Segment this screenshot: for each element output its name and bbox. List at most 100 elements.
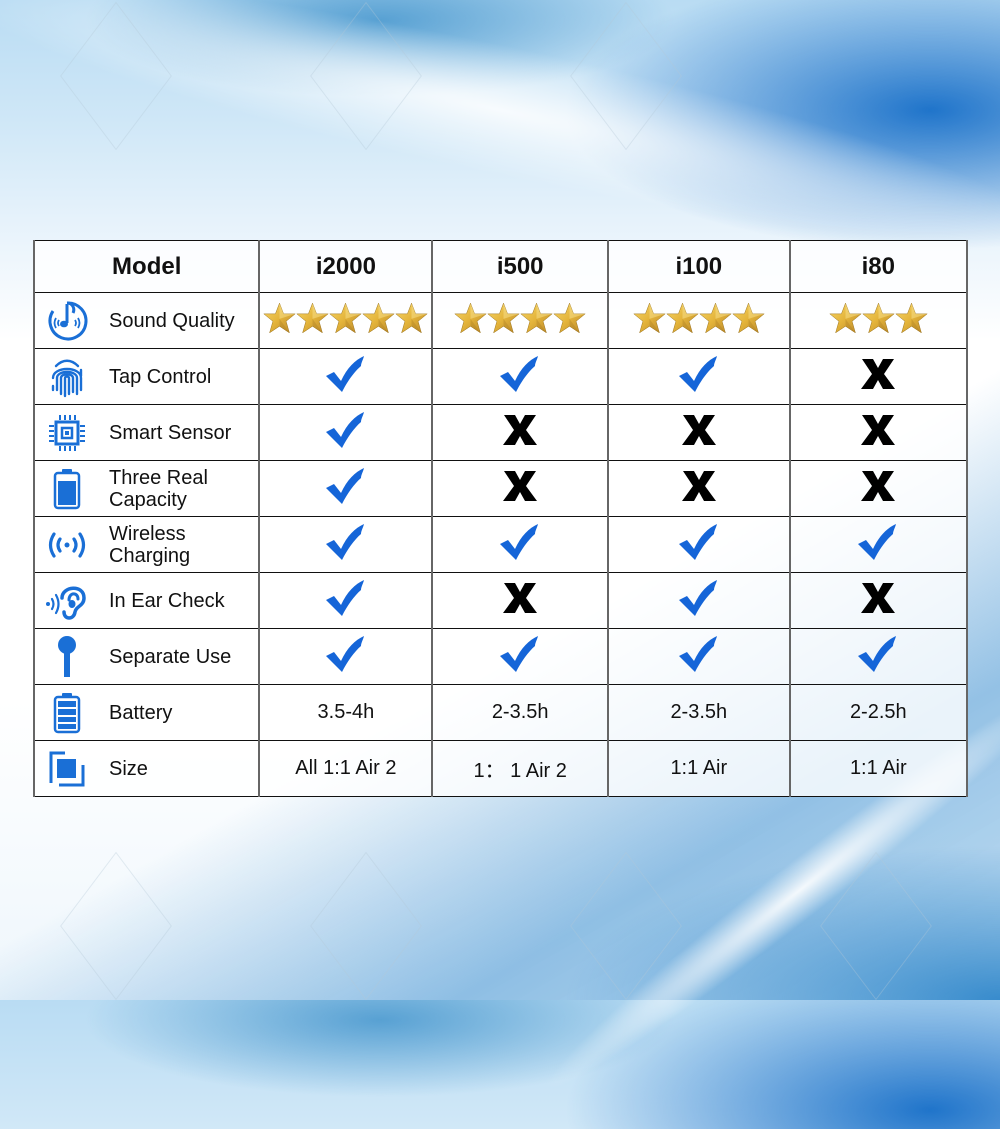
cross-icon (501, 583, 539, 619)
star-icon (395, 302, 429, 339)
star-rating (632, 302, 765, 339)
checkmark-icon (856, 636, 900, 678)
feature-cell-sound-quality: Sound Quality (32, 292, 261, 349)
star-icon (861, 302, 895, 339)
checkmark-icon (324, 580, 368, 622)
cross-icon (501, 471, 539, 507)
header-i500: i500 (431, 240, 609, 293)
star-icon (665, 302, 699, 339)
cell-separate-use-i500 (431, 628, 609, 685)
background-diamond (310, 1, 422, 151)
cell-tap-control-i80 (788, 348, 969, 405)
feature-label: Size (109, 757, 148, 780)
cell-tap-control-i500 (431, 348, 609, 405)
checkmark-icon (498, 636, 542, 678)
cell-size-i100: 1:1 Air (607, 740, 791, 797)
cell-smart-sensor-i2000 (258, 404, 434, 461)
feature-label: Three Real Capacity (109, 466, 208, 511)
star-icon (487, 302, 521, 339)
feature-label: Battery (109, 701, 173, 724)
checkmark-icon (324, 524, 368, 566)
feature-label: Tap Control (109, 365, 212, 388)
background-diamond (60, 851, 172, 1001)
comparison-table: Model i2000 i500 i100 i80 Sound Quality T… (32, 240, 969, 797)
star-icon (329, 302, 363, 339)
cell-tap-control-i100 (607, 348, 791, 405)
header-model: Model (32, 240, 261, 293)
background-diamond (570, 1, 682, 151)
table-row: Smart Sensor (32, 404, 969, 461)
cell-separate-use-i100 (607, 628, 791, 685)
star-icon (731, 302, 765, 339)
feature-label: Sound Quality (109, 309, 235, 332)
feature-label: Wireless Charging (109, 522, 191, 567)
music-note-icon (37, 299, 97, 343)
cell-value: 3.5-4h (317, 701, 375, 723)
cell-sound-quality-i2000 (258, 292, 434, 349)
cross-icon (680, 471, 718, 507)
star-icon (553, 302, 587, 339)
star-icon (894, 302, 928, 339)
cross-icon (859, 471, 897, 507)
battery-full-icon (37, 468, 97, 510)
star-icon (296, 302, 330, 339)
checkmark-icon (324, 636, 368, 678)
table-row: Separate Use (32, 628, 969, 685)
checkmark-icon (324, 356, 368, 398)
cell-value: 2-3.5h (491, 701, 549, 723)
background-diamond (820, 851, 932, 1001)
cell-sound-quality-i100 (607, 292, 791, 349)
feature-cell-separate-use: Separate Use (32, 628, 261, 685)
checkmark-icon (677, 524, 721, 566)
checkmark-icon (677, 636, 721, 678)
cell-in-ear-check-i80 (788, 572, 969, 629)
cross-icon (501, 415, 539, 451)
cell-battery-i100: 2-3.5h (607, 684, 791, 741)
cell-tap-control-i2000 (258, 348, 434, 405)
cell-battery-i80: 2-2.5h (788, 684, 969, 741)
cell-wireless-charging-i500 (431, 516, 609, 573)
star-icon (698, 302, 732, 339)
feature-cell-size: Size (32, 740, 261, 797)
table-row: Size All 1:1 Air 2 1： 1 Air 2 1:1 Air 1:1 Ai… (32, 740, 969, 797)
chip-icon (37, 413, 97, 453)
cell-smart-sensor-i100 (607, 404, 791, 461)
feature-cell-tap-control: Tap Control (32, 348, 261, 405)
cell-smart-sensor-i500 (431, 404, 609, 461)
cell-three-real-capacity-i2000 (258, 460, 434, 517)
header-i2000: i2000 (258, 240, 434, 293)
fingerprint-icon (37, 356, 97, 398)
feature-cell-battery: Battery (32, 684, 261, 741)
cell-in-ear-check-i500 (431, 572, 609, 629)
table-row: Three Real Capacity (32, 460, 969, 517)
cell-value: 1:1 Air (849, 757, 907, 779)
feature-cell-in-ear-check: In Ear Check (32, 572, 261, 629)
table-row: Wireless Charging (32, 516, 969, 573)
cell-value: 1： 1 Air 2 (473, 760, 567, 782)
star-icon (362, 302, 396, 339)
star-rating (454, 302, 587, 339)
header-i100: i100 (607, 240, 791, 293)
cell-size-i500: 1： 1 Air 2 (431, 740, 609, 797)
cell-in-ear-check-i2000 (258, 572, 434, 629)
star-rating (263, 302, 429, 339)
star-icon (454, 302, 488, 339)
feature-label: Smart Sensor (109, 421, 232, 444)
star-icon (632, 302, 666, 339)
cross-icon (859, 359, 897, 395)
star-icon (828, 302, 862, 339)
cell-three-real-capacity-i100 (607, 460, 791, 517)
table-row: Battery 3.5-4h 2-3.5h 2-3.5h 2-2.5h (32, 684, 969, 741)
cell-value: 2-3.5h (670, 701, 728, 723)
cell-wireless-charging-i80 (788, 516, 969, 573)
checkmark-icon (677, 580, 721, 622)
star-rating (828, 302, 928, 339)
cell-value: 2-2.5h (849, 701, 907, 723)
checkmark-icon (856, 524, 900, 566)
background-diamond (60, 1, 172, 151)
table-row: Tap Control (32, 348, 969, 405)
cell-in-ear-check-i100 (607, 572, 791, 629)
cell-value: 1:1 Air (670, 757, 728, 779)
cell-separate-use-i80 (788, 628, 969, 685)
star-icon (520, 302, 554, 339)
